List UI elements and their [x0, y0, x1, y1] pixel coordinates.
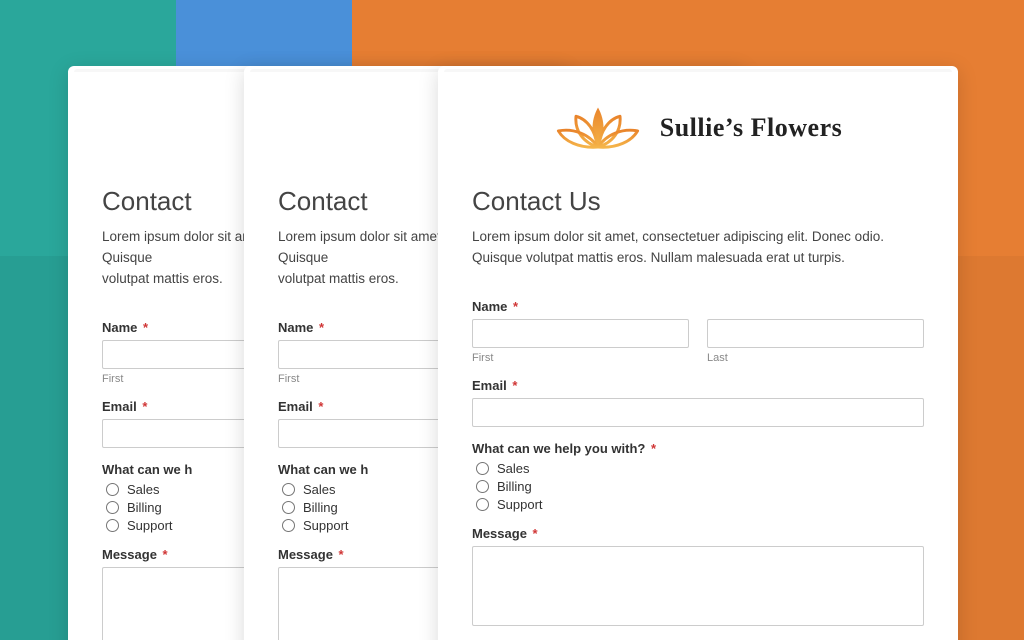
required-marker: *: [318, 399, 323, 414]
email-field-group: Email *: [472, 378, 924, 427]
required-marker: *: [512, 378, 517, 393]
help-label: What can we help you with? *: [472, 441, 924, 456]
radio-billing[interactable]: Billing: [476, 479, 924, 494]
brand-row: Sullie’s Flowers: [472, 98, 924, 158]
required-marker: *: [533, 526, 538, 541]
lotus-icon: [554, 98, 642, 158]
required-marker: *: [513, 299, 518, 314]
email-input[interactable]: [472, 398, 924, 427]
form-card-variant-orange: Sullie’s Flowers Contact Us Lorem ipsum …: [438, 66, 958, 640]
help-field-group: What can we help you with? * Sales Billi…: [472, 441, 924, 512]
radio-support-input[interactable]: [106, 519, 119, 532]
brand-name: Sullie’s Flowers: [660, 113, 843, 143]
required-marker: *: [163, 547, 168, 562]
page-title: Contact Us: [472, 186, 924, 217]
radio-sales[interactable]: Sales: [476, 461, 924, 476]
radio-support-input[interactable]: [476, 498, 489, 511]
radio-sales-input[interactable]: [476, 462, 489, 475]
first-name-input[interactable]: [472, 319, 689, 348]
message-label: Message *: [472, 526, 924, 541]
message-field-group: Message *: [472, 526, 924, 631]
radio-support-input[interactable]: [282, 519, 295, 532]
intro-line2: volutpat mattis eros.: [102, 271, 223, 286]
intro-text: Lorem ipsum dolor sit amet, consectetuer…: [472, 227, 924, 269]
email-label: Email *: [472, 378, 924, 393]
name-label: Name *: [472, 299, 924, 314]
required-marker: *: [651, 441, 656, 456]
required-marker: *: [142, 399, 147, 414]
last-name-sublabel: Last: [707, 352, 924, 364]
intro-line2: volutpat mattis eros.: [278, 271, 399, 286]
required-marker: *: [339, 547, 344, 562]
message-input[interactable]: [472, 546, 924, 626]
name-field-group: Name * First Last: [472, 299, 924, 364]
radio-sales-input[interactable]: [282, 483, 295, 496]
radio-sales-input[interactable]: [106, 483, 119, 496]
radio-billing-input[interactable]: [106, 501, 119, 514]
radio-support[interactable]: Support: [476, 497, 924, 512]
required-marker: *: [143, 320, 148, 335]
last-name-input[interactable]: [707, 319, 924, 348]
required-marker: *: [319, 320, 324, 335]
radio-billing-input[interactable]: [476, 480, 489, 493]
first-name-sublabel: First: [472, 352, 689, 364]
radio-billing-input[interactable]: [282, 501, 295, 514]
